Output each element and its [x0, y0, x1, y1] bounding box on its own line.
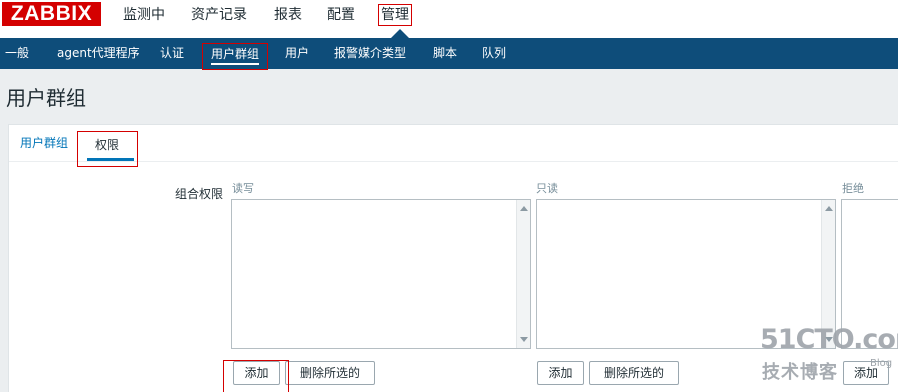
- main-menu-monitoring[interactable]: 监测中: [123, 4, 165, 26]
- read-write-listbox[interactable]: [231, 199, 531, 349]
- active-menu-caret-icon: [391, 29, 409, 38]
- sub-menu-user-groups[interactable]: 用户群组: [202, 43, 269, 70]
- main-menu-reports[interactable]: 报表: [274, 4, 302, 26]
- zabbix-logo[interactable]: ZABBIX: [2, 2, 101, 26]
- main-menu-administration[interactable]: 管理: [378, 4, 412, 26]
- tab-permissions-label: 权限: [95, 138, 120, 152]
- page-title: 用户群组: [6, 86, 86, 110]
- watermark-line1: 51CTO.com: [760, 324, 898, 355]
- sub-menu-users[interactable]: 用户: [285, 38, 309, 69]
- sub-menu-user-groups-label: 用户群组: [211, 46, 260, 65]
- read-only-label: 只读: [536, 182, 558, 195]
- watermark: 51CTO.com 技术博客 Blog: [760, 322, 898, 392]
- read-write-remove-button[interactable]: 删除所选的: [285, 361, 375, 385]
- read-write-label: 读写: [232, 182, 254, 195]
- scroll-up-icon[interactable]: [825, 206, 833, 211]
- top-bar: ZABBIX 监测中 资产记录 报表 配置 管理: [0, 0, 898, 38]
- scroll-down-icon[interactable]: [520, 337, 528, 342]
- sub-menu-proxies[interactable]: agent代理程序: [57, 38, 140, 69]
- main-menu-configuration[interactable]: 配置: [327, 4, 355, 26]
- composite-permissions-label: 组合权限: [175, 187, 224, 201]
- scroll-up-icon[interactable]: [520, 206, 528, 211]
- sub-menu-queue[interactable]: 队列: [482, 38, 506, 69]
- sub-menu-general[interactable]: 一般: [5, 38, 29, 69]
- deny-label: 拒绝: [842, 182, 864, 195]
- sub-menu-media-types[interactable]: 报警媒介类型: [334, 38, 406, 69]
- sub-menu-authentication[interactable]: 认证: [160, 38, 184, 69]
- active-tab-underline: [87, 158, 134, 161]
- tab-user-group[interactable]: 用户群组: [20, 125, 68, 162]
- main-menu-inventory[interactable]: 资产记录: [191, 4, 247, 26]
- sub-menu-scripts[interactable]: 脚本: [433, 38, 457, 69]
- watermark-line3: Blog: [870, 358, 893, 369]
- read-write-scrollbar[interactable]: [516, 200, 530, 348]
- form-tabs: 用户群组 权限: [9, 125, 898, 167]
- add-button-highlight: [223, 360, 289, 392]
- tab-permissions[interactable]: 权限: [77, 131, 138, 167]
- read-only-add-button[interactable]: 添加: [537, 361, 584, 385]
- read-only-remove-button[interactable]: 删除所选的: [589, 361, 679, 385]
- sub-menu: 一般 agent代理程序 认证 用户群组 用户 报警媒介类型 脚本 队列: [0, 38, 898, 70]
- watermark-line2: 技术博客: [762, 362, 838, 383]
